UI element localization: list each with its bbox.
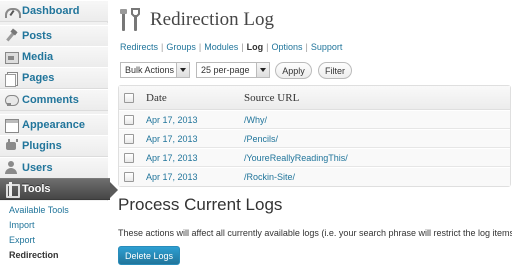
submenu-item-redirection[interactable]: Redirection [0,248,108,263]
comments-icon [4,93,19,107]
bulk-actions-select[interactable]: Bulk Actions [120,62,190,78]
select-all-checkbox[interactable] [124,93,134,103]
sidebar-item-users[interactable]: Users [0,157,108,179]
plugins-icon [4,139,18,153]
main-content: Redirection Log Redirects | Groups | Modules… [118,0,512,268]
media-icon [4,50,19,64]
subnav-log[interactable]: Log [247,42,264,52]
sidebar-item-label: Users [22,162,53,174]
sidebar-item-label: Comments [22,94,79,106]
row-source-url[interactable]: /Rockin-Site/ [244,172,295,182]
sidebar-item-comments[interactable]: Comments [0,89,108,111]
subnav-separator: | [266,42,269,52]
process-logs-note: These actions will affect all currently … [118,228,512,238]
appearance-icon [4,118,19,133]
chevron-down-icon [256,63,269,77]
sidebar-item-dashboard[interactable]: Dashboard [0,0,108,22]
table-header: Date Source URL [119,86,510,110]
subnav-modules[interactable]: Modules [204,42,238,52]
bulk-actions-value: Bulk Actions [125,65,175,75]
sidebar-item-label: Dashboard [22,5,80,17]
row-date[interactable]: Apr 17, 2013 [146,115,198,125]
row-checkbox[interactable] [124,172,134,182]
subnav-options[interactable]: Options [271,42,302,52]
table-row: Apr 17, 2013 /Pencils/ [119,129,510,148]
chevron-down-icon [176,63,189,77]
sidebar-item-label: Posts [22,30,52,42]
pages-icon [4,71,18,87]
filter-button[interactable]: Filter [318,62,352,79]
tools-submenu: Available Tools Import Export Redirectio… [0,201,108,268]
row-checkbox[interactable] [124,153,134,163]
log-table: Date Source URL Apr 17, 2013 /Why/ Apr 1… [118,85,511,187]
dashboard-icon [4,4,21,18]
submenu-item-import[interactable]: Import [0,218,108,233]
sidebar-item-label: Plugins [22,140,62,152]
subnav-separator: | [241,42,244,52]
delete-logs-button[interactable]: Delete Logs [118,246,180,265]
per-page-value: 25 per-page [201,65,250,75]
row-date[interactable]: Apr 17, 2013 [146,172,198,182]
page-title: Redirection Log [150,9,274,30]
users-icon [4,161,18,175]
column-header-date[interactable]: Date [146,92,167,104]
sidebar-item-pages[interactable]: Pages [0,67,108,89]
table-row: Apr 17, 2013 /Why/ [119,110,510,129]
process-logs-title: Process Current Logs [118,195,283,214]
admin-sidebar: Dashboard Posts Media Pages Comments App… [0,0,118,268]
subnav-separator: | [161,42,164,52]
apply-button[interactable]: Apply [275,62,312,79]
tools-icon [4,182,20,198]
per-page-select[interactable]: 25 per-page [196,62,270,78]
table-row: Apr 17, 2013 /Rockin-Site/ [119,167,510,186]
subnav: Redirects | Groups | Modules | Log | Options | Sup… [120,42,342,52]
subnav-redirects[interactable]: Redirects [120,42,158,52]
sidebar-item-plugins[interactable]: Plugins [0,135,108,157]
row-checkbox[interactable] [124,134,134,144]
subnav-separator: | [198,42,202,52]
sidebar-item-label: Media [22,51,54,63]
pushpin-icon [4,29,18,43]
sidebar-item-media[interactable]: Media [0,46,108,68]
row-source-url[interactable]: /Pencils/ [244,134,278,144]
submenu-item-available-tools[interactable]: Available Tools [0,203,108,218]
tools-icon [120,8,140,31]
submenu-item-export[interactable]: Export [0,233,108,248]
row-date[interactable]: Apr 17, 2013 [146,153,198,163]
subnav-groups[interactable]: Groups [166,42,196,52]
subnav-separator: | [305,42,308,52]
sidebar-item-label: Appearance [22,119,85,131]
table-row: Apr 17, 2013 /YoureReallyReadingThis/ [119,148,510,167]
row-source-url[interactable]: /YoureReallyReadingThis/ [244,153,348,163]
subnav-support[interactable]: Support [311,42,343,52]
row-checkbox[interactable] [124,115,134,125]
column-header-source-url[interactable]: Source URL [244,92,299,104]
row-date[interactable]: Apr 17, 2013 [146,134,198,144]
sidebar-item-appearance[interactable]: Appearance [0,114,108,136]
sidebar-item-tools[interactable]: Tools [0,178,118,200]
sidebar-item-label: Tools [22,183,51,195]
row-source-url[interactable]: /Why/ [244,115,267,125]
sidebar-item-label: Pages [22,72,55,84]
sidebar-item-posts[interactable]: Posts [0,25,108,47]
